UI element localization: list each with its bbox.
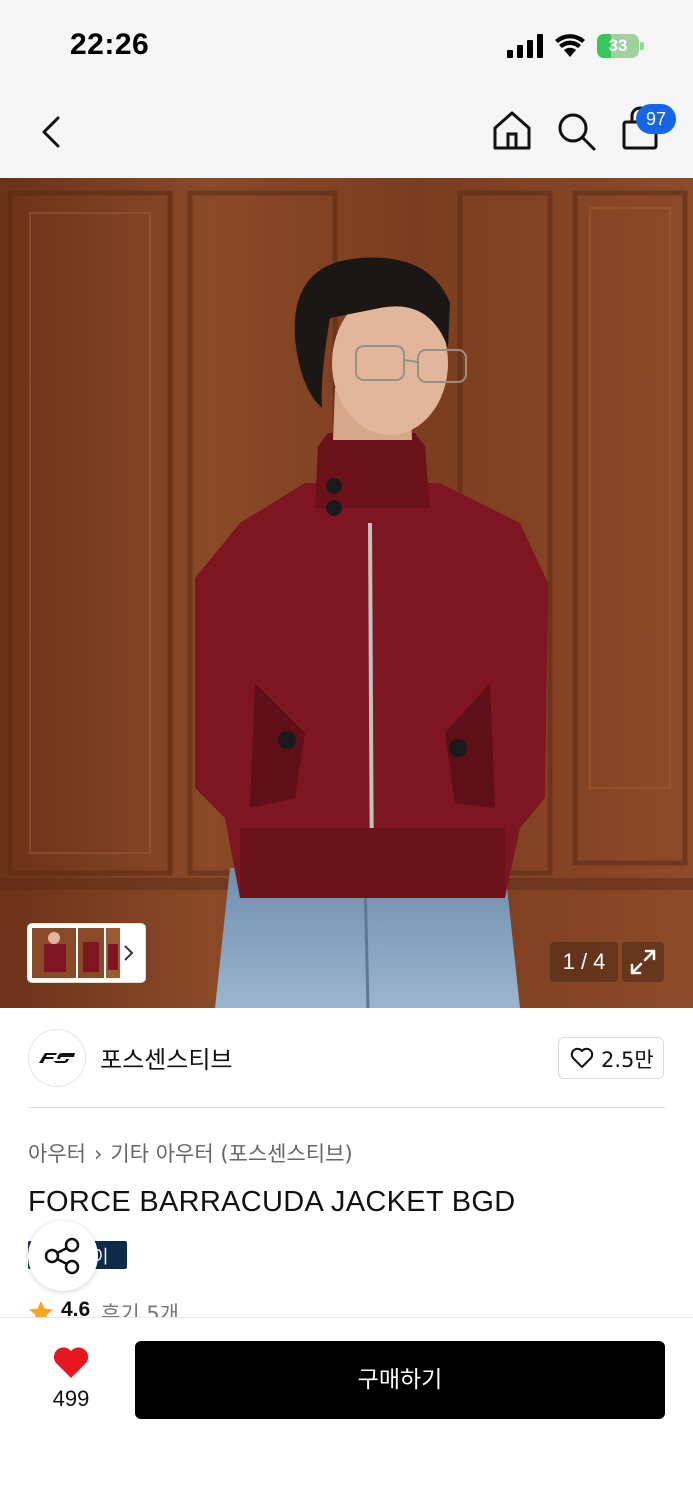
top-nav-bar: 97 <box>0 90 693 178</box>
expand-icon <box>630 949 656 975</box>
battery-icon: 33 <box>597 34 645 58</box>
wifi-icon <box>555 34 585 57</box>
status-bar: 22:26 33 <box>0 0 693 90</box>
breadcrumb-subcategory[interactable]: 기타 아우터 (포스센스티브) <box>110 1142 352 1166</box>
battery-level: 33 <box>608 36 628 55</box>
buy-button[interactable]: 구매하기 <box>135 1341 665 1419</box>
wishlist-count: 499 <box>52 1386 90 1411</box>
heart-filled-icon <box>53 1347 89 1378</box>
breadcrumb-chevron-icon: › <box>93 1142 103 1166</box>
brand-name[interactable]: 포스센스티브 <box>100 1040 232 1075</box>
brand-like-count: 2.5만 <box>601 1048 654 1072</box>
share-icon <box>44 1237 80 1275</box>
search-icon[interactable] <box>555 110 597 152</box>
divider <box>28 1107 665 1108</box>
breadcrumb-category[interactable]: 아우터 <box>28 1142 86 1166</box>
bottom-purchase-bar: 499 구매하기 <box>0 1317 693 1501</box>
brand-like-button[interactable]: 2.5만 <box>558 1037 664 1079</box>
expand-button[interactable] <box>622 942 664 982</box>
home-icon[interactable] <box>490 108 534 152</box>
cellular-signal-icon <box>507 34 543 58</box>
thumbnail-images <box>32 928 134 978</box>
cart-count-badge: 97 <box>636 104 676 134</box>
image-counter: 1 / 4 <box>550 942 618 982</box>
breadcrumb: 아우터 › 기타 아우터 (포스센스티브) <box>28 1138 353 1168</box>
share-button[interactable] <box>28 1221 98 1291</box>
brand-logo[interactable] <box>28 1029 86 1087</box>
back-arrow-icon[interactable] <box>34 112 70 152</box>
status-time: 22:26 <box>70 28 150 61</box>
product-title: FORCE BARRACUDA JACKET BGD <box>28 1186 516 1218</box>
heart-outline-icon <box>570 1047 594 1068</box>
thumbnail-strip[interactable] <box>28 924 145 982</box>
wishlist-button[interactable]: 499 <box>36 1342 106 1422</box>
chevron-right-icon <box>124 945 134 961</box>
product-image[interactable]: 1 / 4 <box>0 178 693 1008</box>
brand-row: 포스센스티브 2.5만 <box>0 1008 693 1108</box>
product-photo <box>0 178 693 1008</box>
